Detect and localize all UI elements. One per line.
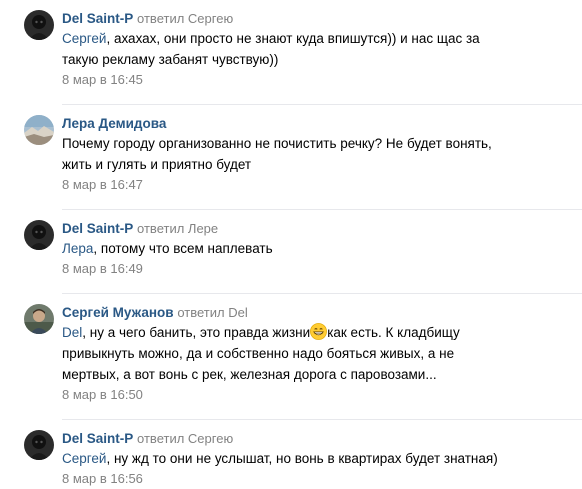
comment-date[interactable]: 8 мар в 16:50 <box>62 385 570 405</box>
avatar[interactable] <box>24 220 54 250</box>
comment-text: Сергей, ну жд то они не услышат, но вонь… <box>62 449 570 469</box>
comment-text: жить и гулять и приятно будет <box>62 155 570 175</box>
comment-item: Del Saint-P ответил Лере Лера, потому чт… <box>0 210 582 279</box>
comment-item: Del Saint-P ответил Сергею Сергей, ну жд… <box>0 420 582 489</box>
avatar[interactable] <box>24 304 54 334</box>
comment-item: Сергей Мужанов ответил Del Del, ну а чег… <box>0 294 582 405</box>
reply-word: ответил <box>177 305 225 320</box>
author-link[interactable]: Сергей Мужанов <box>62 305 174 320</box>
text-line: , потому что всем наплевать <box>93 241 273 256</box>
comment-text: привыкнуть можно, да и собственно надо б… <box>62 344 570 364</box>
comment-header: Del Saint-P ответил Лере <box>62 220 570 238</box>
text-line: такую рекламу забанят чувствую)) <box>62 52 279 67</box>
comment-text: Почему городу организованно не почистить… <box>62 134 570 154</box>
comment-item: Del Saint-P ответил Сергею Сергей, ахаха… <box>0 0 582 90</box>
text-line: привыкнуть можно, да и собственно надо б… <box>62 346 455 361</box>
comment-date[interactable]: 8 мар в 16:56 <box>62 469 570 489</box>
comment-text: Лера, потому что всем наплевать <box>62 239 570 259</box>
avatar-photo-icon <box>24 304 54 334</box>
author-link[interactable]: Del Saint-P <box>62 431 133 446</box>
avatar[interactable] <box>24 10 54 40</box>
comment-header: Del Saint-P ответил Сергею <box>62 10 570 28</box>
avatar-dark-icon <box>24 220 54 250</box>
comment-text: мертвых, а вот вонь с рек, железная доро… <box>62 365 570 385</box>
grinning-face-emoji-icon <box>310 323 328 340</box>
text-line: как есть. К кладбищу <box>327 325 460 340</box>
text-line: , ну жд то они не услышат, но вонь в ква… <box>106 451 498 466</box>
reply-word: ответил <box>137 11 185 26</box>
avatar-dark-icon <box>24 430 54 460</box>
comment-text: Сергей, ахахах, они просто не знают куда… <box>62 29 570 49</box>
avatar-dark-icon <box>24 10 54 40</box>
text-line: мертвых, а вот вонь с рек, железная доро… <box>62 367 437 382</box>
comment-item: Лера Демидова Почему городу организованн… <box>0 105 582 195</box>
avatar-landscape-icon <box>24 115 54 145</box>
reply-word: ответил <box>137 431 185 446</box>
comment-header: Лера Демидова <box>62 115 570 133</box>
text-line: , ну а чего банить, это правда жизни <box>82 325 311 340</box>
reply-target-link[interactable]: Лере <box>188 221 218 236</box>
comment-date[interactable]: 8 мар в 16:49 <box>62 259 570 279</box>
comment-date[interactable]: 8 мар в 16:45 <box>62 70 570 90</box>
reply-info: ответил Лере <box>137 221 218 236</box>
reply-info: ответил Сергею <box>137 11 233 26</box>
reply-target-link[interactable]: Сергею <box>188 11 233 26</box>
comment-header: Del Saint-P ответил Сергею <box>62 430 570 448</box>
mention-link[interactable]: Лера <box>62 241 93 256</box>
reply-info: ответил Сергею <box>137 431 233 446</box>
reply-word: ответил <box>137 221 185 236</box>
reply-target-link[interactable]: Del <box>228 305 248 320</box>
text-line: жить и гулять и приятно будет <box>62 157 252 172</box>
mention-link[interactable]: Сергей <box>62 451 106 466</box>
comment-date[interactable]: 8 мар в 16:47 <box>62 175 570 195</box>
comments-list: Del Saint-P ответил Сергею Сергей, ахаха… <box>0 0 582 489</box>
comment-text: Del, ну а чего банить, это правда жизни … <box>62 323 570 343</box>
reply-target-link[interactable]: Сергею <box>188 431 233 446</box>
avatar[interactable] <box>24 115 54 145</box>
mention-link[interactable]: Сергей <box>62 31 106 46</box>
comment-header: Сергей Мужанов ответил Del <box>62 304 570 322</box>
comment-text: такую рекламу забанят чувствую)) <box>62 50 570 70</box>
author-link[interactable]: Лера Демидова <box>62 116 166 131</box>
text-line: , ахахах, они просто не знают куда впишу… <box>106 31 480 46</box>
reply-info: ответил Del <box>177 305 247 320</box>
avatar[interactable] <box>24 430 54 460</box>
author-link[interactable]: Del Saint-P <box>62 11 133 26</box>
author-link[interactable]: Del Saint-P <box>62 221 133 236</box>
mention-link[interactable]: Del <box>62 325 82 340</box>
text-line: Почему городу организованно не почистить… <box>62 136 492 151</box>
